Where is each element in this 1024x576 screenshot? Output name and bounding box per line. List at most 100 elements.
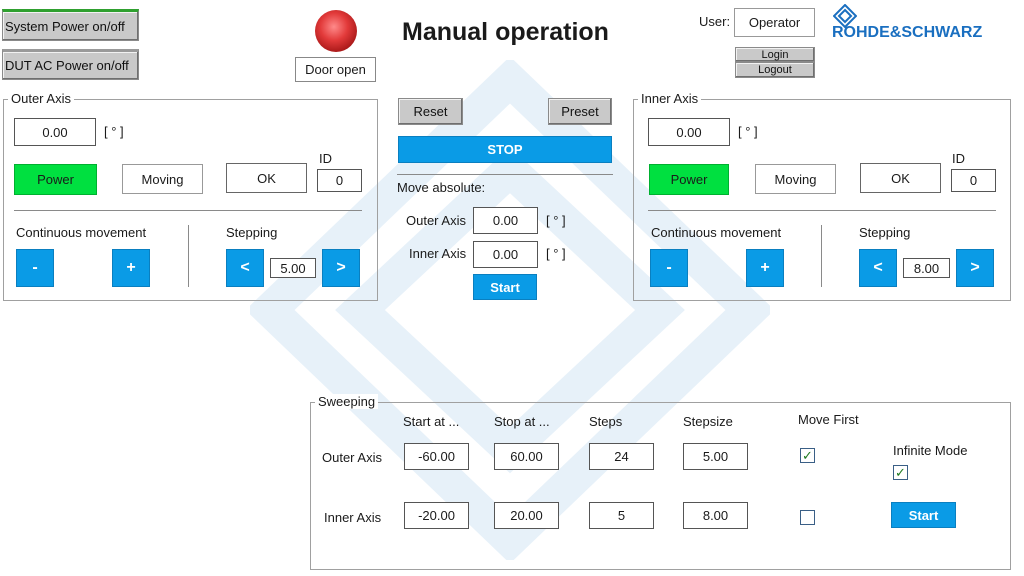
sweep-outer-start: -60.00	[418, 449, 455, 464]
outer-continuous-label: Continuous movement	[16, 225, 147, 240]
outer-step-value-field[interactable]: 5.00	[270, 258, 316, 278]
center-outer-unit: [ ° ]	[546, 213, 566, 228]
door-status-text: Door open	[305, 62, 366, 77]
outer-ok-label: OK	[257, 170, 276, 186]
sweep-inner-stepsize-field[interactable]: 8.00	[683, 502, 748, 529]
inner-power-indicator: Power	[649, 164, 729, 195]
sweep-col-steps: Steps	[589, 414, 623, 429]
infinite-mode-checkbox[interactable]: ✓	[893, 465, 908, 480]
outer-plus-button[interactable]: +	[112, 249, 150, 287]
outer-moving-indicator: Moving	[122, 164, 203, 194]
dut-power-label: DUT AC Power on/off	[5, 58, 129, 73]
preset-button[interactable]: Preset	[548, 98, 612, 125]
outer-vertical-divider	[188, 225, 189, 287]
inner-step-left-button[interactable]: <	[859, 249, 897, 287]
sweep-start-label: Start	[908, 507, 939, 523]
inner-moving-indicator: Moving	[755, 164, 836, 194]
outer-step-right-button[interactable]: >	[322, 249, 360, 287]
sweeping-title: Sweeping	[315, 394, 379, 409]
inner-power-label: Power	[670, 172, 708, 187]
sweep-outer-stop: 60.00	[510, 449, 543, 464]
inner-divider	[648, 210, 996, 211]
sweep-outer-steps-field[interactable]: 24	[589, 443, 654, 470]
sweep-col-stepsize: Stepsize	[683, 414, 733, 429]
sweep-inner-stop: 20.00	[510, 508, 543, 523]
inner-plus-label: +	[760, 259, 770, 276]
sweep-outer-move-first-checkbox[interactable]: ✓	[800, 448, 815, 463]
preset-label: Preset	[561, 104, 599, 119]
reset-button[interactable]: Reset	[398, 98, 463, 125]
move-absolute-label: Move absolute:	[397, 180, 486, 195]
outer-step-left-button[interactable]: <	[226, 249, 264, 287]
dut-power-button[interactable]: DUT AC Power on/off	[2, 49, 139, 80]
center-outer-axis-field[interactable]: 0.00	[473, 207, 538, 234]
stop-button[interactable]: STOP	[398, 136, 612, 163]
inner-id-label: ID	[952, 151, 965, 166]
infinite-mode-label: Infinite Mode	[893, 443, 968, 458]
sweep-outer-stepsize: 5.00	[702, 449, 729, 464]
inner-axis-title: Inner Axis	[638, 91, 702, 106]
sweep-inner-stepsize: 8.00	[702, 508, 729, 523]
system-power-button[interactable]: System Power on/off	[2, 9, 139, 41]
center-inner-axis-label: Inner Axis	[409, 246, 467, 261]
center-outer-axis-value: 0.00	[492, 213, 519, 228]
outer-axis-position: 0.00	[14, 118, 96, 146]
outer-divider	[14, 210, 362, 211]
move-start-label: Start	[490, 279, 520, 295]
sweep-inner-move-first-checkbox[interactable]	[800, 510, 815, 525]
sweep-inner-steps: 5	[617, 508, 626, 523]
inner-step-value-field[interactable]: 8.00	[903, 258, 950, 278]
sweep-outer-steps: 24	[614, 449, 629, 464]
outer-id-label: ID	[319, 151, 332, 166]
inner-step-right-button[interactable]: >	[956, 249, 994, 287]
login-label: Login	[761, 48, 789, 61]
sweep-outer-stop-field[interactable]: 60.00	[494, 443, 559, 470]
center-inner-unit: [ ° ]	[546, 246, 566, 261]
outer-axis-unit: [ ° ]	[104, 124, 124, 139]
door-status-led-icon	[315, 10, 357, 52]
inner-stepping-label: Stepping	[859, 225, 911, 240]
center-divider	[397, 174, 613, 175]
sweep-inner-stop-field[interactable]: 20.00	[494, 502, 559, 529]
sweep-outer-move-first-check-icon: ✓	[802, 448, 813, 463]
logout-button[interactable]: Logout	[735, 62, 815, 78]
logout-label: Logout	[758, 64, 792, 76]
outer-step-left-label: <	[240, 259, 250, 276]
sweep-outer-stepsize-field[interactable]: 5.00	[683, 443, 748, 470]
outer-minus-button[interactable]: -	[16, 249, 54, 287]
inner-minus-button[interactable]: -	[650, 249, 688, 287]
sweep-start-button[interactable]: Start	[891, 502, 956, 528]
outer-axis-title: Outer Axis	[8, 91, 74, 106]
outer-stepping-label: Stepping	[226, 225, 278, 240]
user-value-box: Operator	[734, 8, 815, 37]
outer-id-value-box: 0	[317, 169, 362, 192]
inner-vertical-divider	[821, 225, 822, 287]
inner-step-value: 8.00	[913, 260, 940, 276]
sweep-outer-start-field[interactable]: -60.00	[404, 443, 469, 470]
inner-ok-indicator: OK	[860, 163, 941, 193]
page-title: Manual operation	[402, 18, 609, 46]
center-inner-axis-value: 0.00	[492, 247, 519, 262]
center-outer-axis-label: Outer Axis	[406, 213, 466, 228]
outer-step-right-label: >	[336, 259, 346, 276]
user-label: User:	[699, 14, 731, 29]
sweep-inner-label: Inner Axis	[324, 510, 382, 525]
sweep-outer-label: Outer Axis	[322, 450, 382, 465]
sweep-inner-steps-field[interactable]: 5	[589, 502, 654, 529]
outer-step-value: 5.00	[280, 260, 306, 276]
login-button[interactable]: Login	[735, 47, 815, 62]
infinite-mode-check-icon: ✓	[895, 465, 906, 480]
inner-minus-label: -	[666, 259, 672, 276]
inner-step-left-label: <	[873, 259, 883, 276]
move-start-button[interactable]: Start	[473, 274, 537, 300]
inner-axis-unit: [ ° ]	[738, 124, 758, 139]
outer-plus-label: +	[126, 259, 136, 276]
outer-axis-position-value: 0.00	[42, 124, 68, 140]
reset-label: Reset	[413, 104, 448, 119]
center-inner-axis-field[interactable]: 0.00	[473, 241, 538, 268]
inner-plus-button[interactable]: +	[746, 249, 784, 287]
inner-axis-position: 0.00	[648, 118, 730, 146]
inner-step-right-label: >	[970, 259, 980, 276]
sweep-inner-start-field[interactable]: -20.00	[404, 502, 469, 529]
sweep-col-move-first: Move First	[798, 412, 859, 427]
